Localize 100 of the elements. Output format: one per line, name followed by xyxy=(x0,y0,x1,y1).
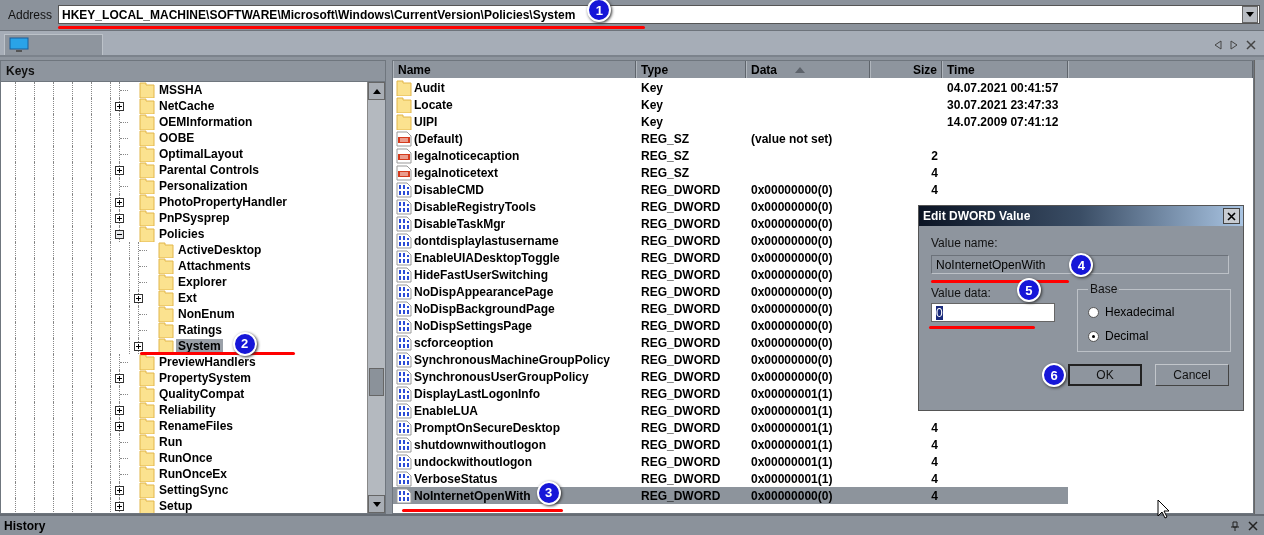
table-cell: 0x00000000(0) xyxy=(751,284,833,299)
tree-item[interactable]: Explorer xyxy=(176,274,229,290)
tree-item[interactable]: PreviewHandlers xyxy=(157,354,258,370)
table-cell: 0x00000000(0) xyxy=(751,250,833,265)
folder-icon xyxy=(139,386,155,403)
collapse-icon[interactable] xyxy=(115,229,124,239)
table-row[interactable]: UIPI Key 14.07.2009 07:41:12 xyxy=(393,113,1068,131)
tree-item[interactable]: Parental Controls xyxy=(157,162,262,178)
document-tab[interactable] xyxy=(4,34,103,56)
table-row[interactable]: DisableCMD REG_DWORD 0x00000000(0) 4 xyxy=(393,181,1068,199)
table-row[interactable]: legalnoticecaption REG_SZ 2 xyxy=(393,147,1068,165)
tree-item[interactable]: OEMInformation xyxy=(157,114,255,130)
table-row[interactable]: scforceoption REG_DWORD 0x00000000(0) xyxy=(393,334,1068,352)
table-cell: REG_DWORD xyxy=(641,352,721,367)
table-cell: EnableUIADesktopToggle xyxy=(414,250,560,265)
string-value-icon xyxy=(396,130,412,147)
binary-value-icon xyxy=(396,351,412,368)
tree-item[interactable]: PhotoPropertyHandler xyxy=(157,194,289,210)
tree-item[interactable]: QualityCompat xyxy=(157,386,247,402)
tree-item[interactable]: RunOnce xyxy=(157,450,215,466)
close-icon xyxy=(1246,39,1256,50)
column-header[interactable]: Type xyxy=(636,61,746,79)
radio-label[interactable]: Hexadecimal xyxy=(1105,305,1175,319)
tree-item[interactable]: MSSHA xyxy=(157,82,205,98)
scroll-right-icon xyxy=(1230,39,1238,50)
expand-icon[interactable] xyxy=(115,421,124,431)
table-cell: REG_DWORD xyxy=(641,420,721,435)
value-data-field[interactable]: 0 xyxy=(931,303,1055,322)
table-row[interactable]: undockwithoutlogon REG_DWORD 0x00000001(1) 4 xyxy=(393,453,1068,471)
tree-item[interactable]: RunOnceEx xyxy=(157,466,229,482)
expand-icon[interactable] xyxy=(115,501,124,511)
expand-icon[interactable] xyxy=(115,405,124,415)
expand-icon[interactable] xyxy=(115,101,124,111)
table-cell: undockwithoutlogon xyxy=(414,454,532,469)
scrollbar[interactable] xyxy=(367,82,385,514)
tree-item[interactable]: SettingSync xyxy=(157,482,231,498)
table-row[interactable]: EnableLUA REG_DWORD 0x00000001(1) xyxy=(393,402,1068,420)
expand-icon[interactable] xyxy=(115,213,124,223)
table-cell: legalnoticetext xyxy=(414,165,499,180)
expand-icon[interactable] xyxy=(134,293,143,303)
address-label: Address xyxy=(8,7,53,22)
radio-label[interactable]: Decimal xyxy=(1105,329,1149,343)
dropdown-button[interactable] xyxy=(1242,6,1259,24)
table-cell: REG_DWORD xyxy=(641,250,721,265)
table-cell: REG_DWORD xyxy=(641,199,721,214)
tree-item[interactable]: Attachments xyxy=(176,258,253,274)
tree-item[interactable]: Ratings xyxy=(176,322,224,338)
table-cell: DisableCMD xyxy=(414,182,484,197)
binary-value-icon xyxy=(396,419,412,436)
close-button[interactable] xyxy=(1223,208,1240,224)
expand-icon[interactable] xyxy=(134,341,143,351)
expand-icon[interactable] xyxy=(115,197,124,207)
table-row[interactable]: (Default) REG_SZ (value not set) xyxy=(393,130,1068,148)
table-cell: 0x00000001(1) xyxy=(751,437,833,452)
cancel-button[interactable]: Cancel xyxy=(1155,364,1229,386)
table-row[interactable]: PromptOnSecureDesktop REG_DWORD 0x00000001(1) 4 xyxy=(393,419,1068,437)
tree-item[interactable]: Setup xyxy=(157,498,195,514)
binary-value-icon xyxy=(396,232,412,249)
table-cell: VerboseStatus xyxy=(414,471,498,486)
folder-icon xyxy=(158,258,174,275)
table-row[interactable]: Locate Key 30.07.2021 23:47:33 xyxy=(393,96,1068,114)
radio-button[interactable] xyxy=(1088,330,1099,342)
column-header[interactable]: Data xyxy=(746,61,870,79)
tree-item[interactable]: Run xyxy=(157,434,185,450)
table-cell: NoDispSettingsPage xyxy=(414,318,533,333)
table-row[interactable]: DisplayLastLogonInfo REG_DWORD 0x00000001(1) xyxy=(393,385,1068,403)
tree-item[interactable]: PropertySystem xyxy=(157,370,254,386)
table-row[interactable]: shutdownwithoutlogon REG_DWORD 0x00000001(1) 4 xyxy=(393,436,1068,454)
tree-item[interactable]: ActiveDesktop xyxy=(176,242,264,258)
tree-item[interactable]: RenameFiles xyxy=(157,418,236,434)
monitor-icon xyxy=(9,37,29,54)
tree-item[interactable]: Ext xyxy=(176,290,199,306)
expand-icon[interactable] xyxy=(115,373,124,383)
scroll-thumb[interactable] xyxy=(369,368,384,397)
tree-item[interactable]: Policies xyxy=(157,226,207,242)
folder-icon xyxy=(139,370,155,387)
column-header[interactable]: Size xyxy=(870,61,942,79)
table-cell: 4 xyxy=(931,182,938,197)
tree-item[interactable]: OOBE xyxy=(157,130,197,146)
table-cell: 0x00000000(0) xyxy=(751,369,833,384)
expand-icon[interactable] xyxy=(115,165,124,175)
column-header[interactable]: Time xyxy=(942,61,1068,79)
folder-icon xyxy=(139,114,155,131)
tree-item[interactable]: PnPSysprep xyxy=(157,210,232,226)
expand-icon[interactable] xyxy=(115,485,124,495)
column-header[interactable]: Name xyxy=(393,61,636,79)
tree-item[interactable]: OptimalLayout xyxy=(157,146,245,162)
binary-value-icon xyxy=(396,317,412,334)
table-cell: legalnoticecaption xyxy=(414,148,520,163)
table-cell: 0x00000000(0) xyxy=(751,182,833,197)
pin-icon xyxy=(1230,520,1240,531)
tree-item[interactable]: NetCache xyxy=(157,98,217,114)
tree-item[interactable]: Reliability xyxy=(157,402,218,418)
ok-button[interactable]: OK xyxy=(1068,364,1142,386)
table-cell: REG_DWORD xyxy=(641,216,721,231)
tree-item[interactable]: Personalization xyxy=(157,178,250,194)
tree-item[interactable]: NonEnum xyxy=(176,306,237,322)
radio-button[interactable] xyxy=(1088,306,1099,318)
table-row[interactable]: legalnoticetext REG_SZ 4 xyxy=(393,164,1068,182)
table-row[interactable]: Audit Key 04.07.2021 00:41:57 xyxy=(393,79,1068,97)
